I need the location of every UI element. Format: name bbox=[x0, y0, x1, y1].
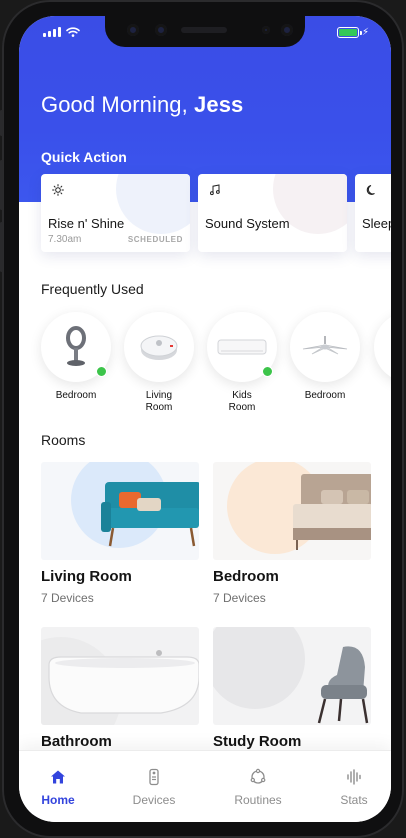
scheduled-badge: SCHEDULED bbox=[127, 235, 183, 244]
quick-action-list: Rise n' Shine 7.30am SCHEDULED Sound Sys… bbox=[41, 174, 391, 252]
bathroom-image bbox=[41, 627, 199, 725]
device-room-label: Bedroom bbox=[55, 390, 97, 401]
app-screen: ⚡ Good Morning, Jess Quick Action Rise n… bbox=[19, 16, 391, 822]
room-name: Bathroom bbox=[41, 733, 112, 750]
quick-action-rise-n-shine[interactable]: Rise n' Shine 7.30am SCHEDULED bbox=[41, 174, 190, 252]
room-card-living-room[interactable]: Living Room 7 Devices bbox=[41, 462, 199, 605]
user-name: Jess bbox=[194, 92, 244, 117]
moon-icon bbox=[366, 185, 375, 195]
greeting-title: Good Morning, Jess bbox=[41, 92, 243, 118]
nav-home[interactable]: Home bbox=[19, 767, 98, 807]
charging-bolt-icon: ⚡ bbox=[361, 26, 369, 38]
quick-action-title: Sound System bbox=[205, 216, 290, 231]
nav-label: Home bbox=[41, 793, 75, 807]
stats-icon bbox=[347, 769, 361, 785]
battery-icon bbox=[336, 27, 362, 38]
rooms-title: Rooms bbox=[41, 432, 86, 448]
remote-icon bbox=[149, 768, 159, 786]
volume-up-button bbox=[0, 160, 3, 210]
room-card-study-room[interactable]: Study Room bbox=[213, 627, 371, 750]
study-room-image bbox=[213, 627, 371, 725]
nav-stats[interactable]: Stats bbox=[314, 767, 391, 807]
frequent-device-more[interactable] bbox=[374, 312, 391, 382]
sensor-icon bbox=[155, 24, 167, 36]
sun-icon bbox=[52, 184, 64, 196]
proximity-sensor bbox=[262, 26, 270, 34]
front-camera-icon bbox=[281, 24, 293, 36]
status-left bbox=[43, 27, 80, 37]
notch bbox=[105, 16, 305, 47]
frequent-device-bedroom-fan[interactable]: Bedroom bbox=[41, 312, 111, 402]
status-right: ⚡ bbox=[336, 26, 369, 38]
quick-action-time: 7.30am bbox=[48, 234, 82, 245]
frequent-device-bedroom-ceiling-fan[interactable]: Bedroom bbox=[290, 312, 360, 402]
quick-action-title: Sleep bbox=[362, 216, 391, 231]
device-room-label: Bedroom bbox=[304, 390, 346, 401]
online-status-dot bbox=[262, 366, 273, 377]
music-note-icon bbox=[210, 184, 220, 196]
room-device-count: 7 Devices bbox=[213, 591, 266, 605]
volume-down-button bbox=[0, 222, 3, 272]
routines-icon bbox=[250, 768, 266, 784]
robot-vacuum-icon bbox=[140, 335, 178, 360]
signal-icon bbox=[43, 27, 61, 37]
quick-action-sleep[interactable]: Sleep bbox=[355, 174, 391, 252]
speaker-grille bbox=[181, 27, 227, 33]
quick-action-sound-system[interactable]: Sound System bbox=[198, 174, 347, 252]
frequently-used-list: Bedroom Living Room Kids Room Bedroom bbox=[41, 312, 391, 432]
nav-devices[interactable]: Devices bbox=[114, 767, 194, 807]
frequently-used-title: Frequently Used bbox=[41, 281, 144, 297]
home-icon bbox=[51, 770, 65, 784]
online-status-dot bbox=[96, 366, 107, 377]
frequent-device-living-room-vacuum[interactable]: Living Room bbox=[124, 312, 194, 414]
room-name: Living Room bbox=[41, 568, 132, 585]
camera-icon bbox=[127, 24, 139, 36]
greeting-text: Good Morning, bbox=[41, 92, 188, 117]
bottom-navigation: Home Devices Routines Stats bbox=[19, 750, 391, 822]
device-room-label: Living Room bbox=[145, 390, 173, 413]
quick-action-title: Rise n' Shine bbox=[48, 216, 125, 231]
nav-routines[interactable]: Routines bbox=[218, 767, 298, 807]
frequent-device-kids-room-ac[interactable]: Kids Room bbox=[207, 312, 277, 414]
room-card-bathroom[interactable]: Bathroom bbox=[41, 627, 199, 750]
room-name: Study Room bbox=[213, 733, 302, 750]
nav-label: Devices bbox=[132, 793, 176, 807]
wifi-icon bbox=[66, 27, 80, 37]
mute-switch bbox=[0, 110, 3, 136]
ceiling-fan-icon bbox=[302, 336, 348, 355]
room-device-count: 7 Devices bbox=[41, 591, 94, 605]
bedroom-image bbox=[213, 462, 371, 560]
living-room-image bbox=[41, 462, 199, 560]
nav-label: Routines bbox=[234, 793, 282, 807]
device-room-label: Kids Room bbox=[228, 390, 256, 413]
quick-action-title: Quick Action bbox=[41, 149, 127, 165]
room-card-bedroom[interactable]: Bedroom 7 Devices bbox=[213, 462, 371, 605]
room-name: Bedroom bbox=[213, 568, 279, 585]
nav-label: Stats bbox=[340, 793, 368, 807]
